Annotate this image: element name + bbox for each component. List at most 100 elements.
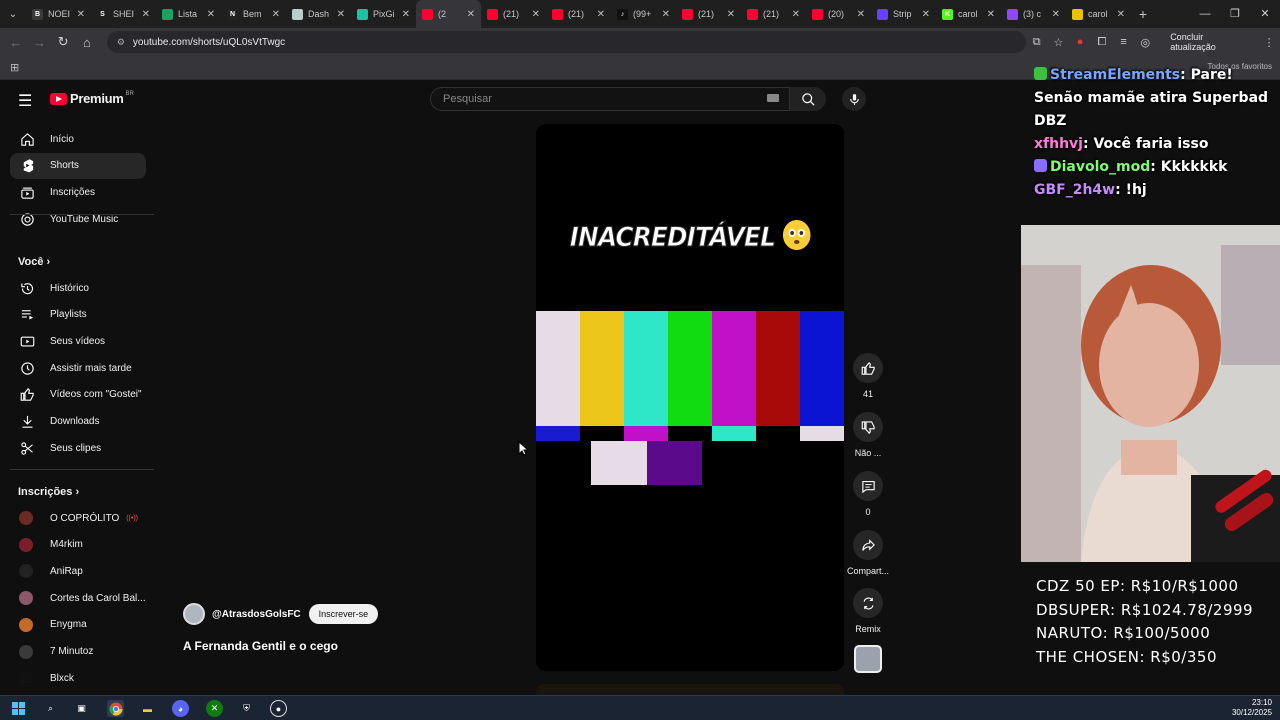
sidebar-item[interactable]: Seus vídeos [10, 328, 146, 354]
browser-tab[interactable]: Strip ✕ [871, 0, 936, 28]
tab-close-icon[interactable]: ✕ [142, 9, 150, 20]
browser-tab[interactable]: Lista ✕ [156, 0, 221, 28]
browser-tab[interactable]: (20) ✕ [806, 0, 871, 28]
tab-close-icon[interactable]: ✕ [792, 9, 800, 20]
home-icon[interactable]: ⌂ [75, 35, 99, 50]
system-clock[interactable]: 23:10 30/12/2025 [1232, 698, 1272, 718]
tab-search-button[interactable]: ⌄ [0, 0, 26, 28]
browser-tab[interactable]: Kcarol ✕ [936, 0, 1001, 28]
hamburger-menu-icon[interactable]: ☰ [18, 91, 32, 111]
youtube-premium-logo[interactable]: Premium BR [50, 91, 134, 106]
sidebar-item[interactable]: Vídeos com "Gostei" [10, 382, 146, 408]
bookmark-star-icon[interactable]: ☆ [1048, 36, 1070, 49]
close-icon[interactable]: ✕ [1250, 0, 1280, 28]
browser-tab[interactable]: Dash ✕ [286, 0, 351, 28]
media-icon[interactable]: ≡ [1113, 36, 1135, 48]
address-bar[interactable]: ⚙ youtube.com/shorts/uQL0sVtTwgc [106, 31, 1026, 53]
tab-close-icon[interactable]: ✕ [597, 9, 605, 20]
browser-tab[interactable]: (21) ✕ [481, 0, 546, 28]
browser-tab[interactable]: (21) ✕ [676, 0, 741, 28]
tab-close-icon[interactable]: ✕ [662, 9, 670, 20]
tab-close-icon[interactable]: ✕ [987, 9, 995, 20]
sidebar-item[interactable]: Shorts [10, 152, 146, 179]
sidebar-heading-you[interactable]: Você › [18, 256, 50, 268]
browser-tab[interactable]: ♪ (99+ ✕ [611, 0, 676, 28]
search-button[interactable] [790, 87, 826, 111]
sidebar-item[interactable]: Inscrições [10, 179, 146, 205]
tab-close-icon[interactable]: ✕ [1117, 9, 1125, 20]
security-shield-icon[interactable]: ⛨ [238, 700, 255, 717]
tab-close-icon[interactable]: ✕ [727, 9, 735, 20]
remix-button[interactable]: Remix [847, 588, 889, 634]
channel-avatar[interactable] [183, 603, 205, 625]
sidebar-item[interactable]: Histórico [10, 275, 146, 301]
sidebar-item[interactable]: Downloads [10, 409, 146, 435]
update-button[interactable]: Concluir atualização [1162, 32, 1258, 52]
minimize-icon[interactable]: — [1190, 0, 1220, 28]
sidebar-subscription-item[interactable]: O COPRÓLITO ((•)) [10, 505, 146, 531]
obs-icon[interactable]: ● [270, 700, 287, 717]
tab-close-icon[interactable]: ✕ [1052, 9, 1060, 20]
keyboard-icon[interactable] [767, 94, 779, 102]
extension-red-icon[interactable]: ● [1069, 36, 1091, 48]
tab-close-icon[interactable]: ✕ [857, 9, 865, 20]
shorts-video-player[interactable]: INACREDITÁVEL [536, 124, 844, 671]
sidebar-item[interactable]: Assistir mais tarde [10, 355, 146, 381]
sidebar-subscription-item[interactable]: M4rkim [10, 532, 146, 558]
channel-name[interactable]: @AtrasdosGolsFC [212, 609, 301, 620]
comments-button[interactable]: 0 [847, 471, 889, 517]
tab-close-icon[interactable]: ✕ [532, 9, 540, 20]
sidebar-item[interactable]: YouTube Music [10, 206, 146, 232]
profile-icon[interactable]: ◎ [1134, 36, 1156, 49]
file-explorer-icon[interactable]: ▬ [139, 700, 156, 717]
browser-menu-icon[interactable]: ⋮ [1258, 36, 1280, 49]
sidebar-item[interactable]: Playlists [10, 302, 146, 328]
subscribe-button[interactable]: Inscrever-se [308, 604, 379, 624]
tab-close-icon[interactable]: ✕ [272, 9, 280, 20]
tab-close-icon[interactable]: ✕ [207, 9, 215, 20]
taskbar-search-icon[interactable]: ⌕ [42, 700, 59, 717]
share-button[interactable]: Compart... [847, 530, 889, 576]
tab-close-icon[interactable]: ✕ [402, 9, 410, 20]
sidebar-subscription-item[interactable]: 7 Minutoz [10, 639, 146, 665]
channel-thumbnail[interactable] [854, 645, 882, 673]
sidebar-subscription-item[interactable]: Enygma [10, 612, 146, 638]
sidebar-subscription-item[interactable]: Cortes da Carol Bal... [10, 585, 146, 611]
browser-tab[interactable]: PixGi ✕ [351, 0, 416, 28]
sidebar-heading-subscriptions[interactable]: Inscrições › [18, 486, 79, 498]
discord-icon[interactable]: ◕ [172, 700, 189, 717]
tab-close-icon[interactable]: ✕ [337, 9, 345, 20]
tab-close-icon[interactable]: ✕ [467, 9, 475, 20]
extensions-icon[interactable]: ⧠ [1091, 36, 1113, 49]
sidebar-item[interactable]: Início [10, 126, 146, 152]
like-button[interactable]: 41 [847, 353, 889, 399]
install-icon[interactable]: ⧉ [1026, 36, 1048, 49]
task-view-icon[interactable]: ▣ [73, 700, 90, 717]
dislike-button[interactable]: Não ... [847, 412, 889, 458]
voice-search-button[interactable] [842, 87, 866, 111]
browser-tab[interactable]: N Bem ✕ [221, 0, 286, 28]
browser-tab[interactable]: B NOEI ✕ [26, 0, 91, 28]
chrome-app-icon[interactable] [107, 700, 124, 717]
browser-tab[interactable]: (3) c ✕ [1001, 0, 1066, 28]
browser-tab[interactable]: (21) ✕ [741, 0, 806, 28]
back-icon[interactable]: ← [4, 35, 28, 50]
xbox-icon[interactable]: ✕ [206, 700, 223, 717]
site-info-icon[interactable]: ⚙ [117, 37, 125, 48]
reload-icon[interactable]: ↻ [51, 34, 75, 50]
apps-icon[interactable]: ⊞ [10, 61, 19, 74]
sidebar-subscription-item[interactable]: Blxck [10, 665, 146, 691]
short-title[interactable]: A Fernanda Gentil e o cego [183, 639, 338, 653]
new-tab-button[interactable]: + [1131, 6, 1155, 22]
windows-start-icon[interactable] [10, 700, 27, 717]
restore-icon[interactable]: ❐ [1220, 0, 1250, 28]
browser-tab[interactable]: (2 ✕ [416, 0, 481, 28]
browser-tab[interactable]: S SHEI ✕ [91, 0, 156, 28]
browser-tab[interactable]: (21) ✕ [546, 0, 611, 28]
search-input[interactable]: Pesquisar [430, 87, 790, 111]
forward-icon[interactable]: → [28, 35, 52, 50]
sidebar-subscription-item[interactable]: AniRap [10, 558, 146, 584]
sidebar-item[interactable]: Seus clipes [10, 435, 146, 461]
tab-close-icon[interactable]: ✕ [922, 9, 930, 20]
browser-tab[interactable]: carol ✕ [1066, 0, 1131, 28]
